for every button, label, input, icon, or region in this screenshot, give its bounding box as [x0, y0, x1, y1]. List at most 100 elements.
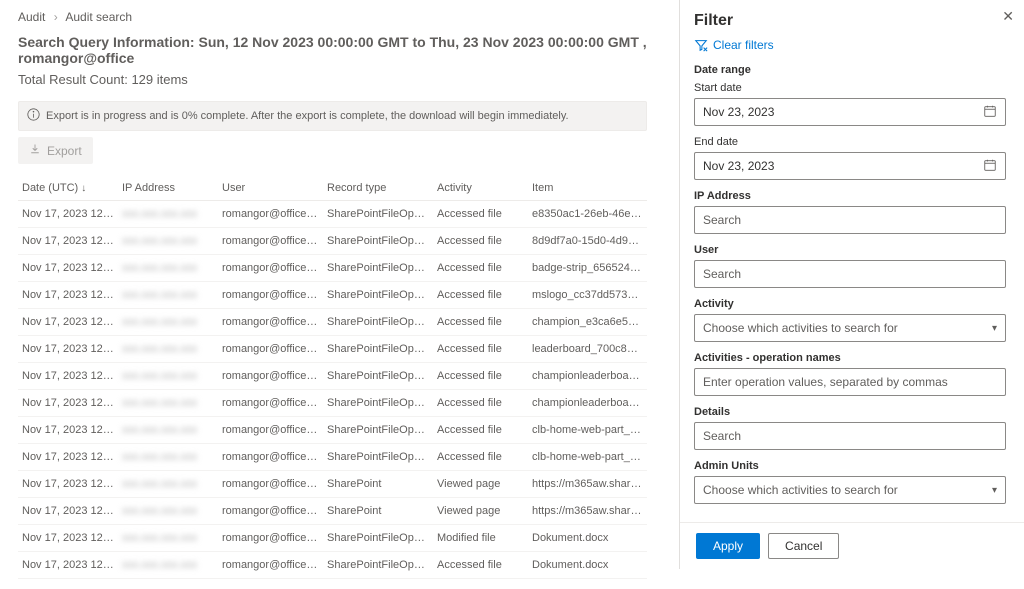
cell-item: https://m365aw.sharepoint. — [528, 498, 647, 525]
cell-ip: xxx.xxx.xxx.xxx — [118, 417, 218, 444]
cell-item: https://m365aw.sharepoint. — [528, 471, 647, 498]
cell-record: SharePointFileOperation — [323, 336, 433, 363]
cell-record: SharePointFileOperation — [323, 228, 433, 255]
cell-record: SharePointFileOperation — [323, 201, 433, 228]
cell-date: Nov 17, 2023 12:49 PM — [18, 390, 118, 417]
cell-activity: Accessed file — [433, 309, 528, 336]
admin-select[interactable]: Choose which activities to search for ▾ — [694, 476, 1006, 504]
cell-date: Nov 17, 2023 12:49 PM — [18, 444, 118, 471]
cell-user: romangor@office365atwork... — [218, 390, 323, 417]
cell-user: romangor@office365atwork... — [218, 417, 323, 444]
cell-date: Nov 17, 2023 12:49 PM — [18, 228, 118, 255]
ip-input[interactable] — [694, 206, 1006, 234]
cell-ip: xxx.xxx.xxx.xxx — [118, 471, 218, 498]
table-row[interactable]: Nov 17, 2023 12:49 PMxxx.xxx.xxx.xxxroma… — [18, 444, 647, 471]
export-label: Export — [47, 144, 82, 158]
col-record[interactable]: Record type — [323, 176, 433, 201]
breadcrumb-current: Audit search — [65, 10, 132, 24]
cell-user: romangor@office365atwork... — [218, 471, 323, 498]
table-row[interactable]: Nov 17, 2023 12:24 PMxxx.xxx.xxx.xxxroma… — [18, 525, 647, 552]
cell-date: Nov 17, 2023 12:49 PM — [18, 282, 118, 309]
cell-ip: xxx.xxx.xxx.xxx — [118, 444, 218, 471]
cell-record: SharePoint — [323, 471, 433, 498]
cell-date: Nov 17, 2023 12:49 PM — [18, 363, 118, 390]
table-row[interactable]: Nov 17, 2023 12:48 PMxxx.xxx.xxx.xxxroma… — [18, 498, 647, 525]
results-table: Date (UTC)↓ IP Address User Record type … — [18, 176, 647, 579]
cell-activity: Accessed file — [433, 363, 528, 390]
clear-filters-link[interactable]: Clear filters — [694, 38, 1006, 52]
cell-activity: Viewed page — [433, 471, 528, 498]
cell-activity: Viewed page — [433, 498, 528, 525]
table-row[interactable]: Nov 17, 2023 12:49 PMxxx.xxx.xxx.xxxroma… — [18, 336, 647, 363]
table-row[interactable]: Nov 17, 2023 12:49 PMxxx.xxx.xxx.xxxroma… — [18, 309, 647, 336]
cell-date: Nov 17, 2023 12:49 PM — [18, 417, 118, 444]
cell-ip: xxx.xxx.xxx.xxx — [118, 552, 218, 579]
cell-activity: Accessed file — [433, 201, 528, 228]
col-date[interactable]: Date (UTC)↓ — [18, 176, 118, 201]
cell-activity: Modified file — [433, 525, 528, 552]
cell-date: Nov 17, 2023 12:48 PM — [18, 471, 118, 498]
table-row[interactable]: Nov 17, 2023 12:49 PMxxx.xxx.xxx.xxxroma… — [18, 201, 647, 228]
breadcrumb-root[interactable]: Audit — [18, 10, 45, 24]
opnames-input[interactable] — [694, 368, 1006, 396]
start-date-input[interactable]: Nov 23, 2023 — [694, 98, 1006, 126]
opnames-label: Activities - operation names — [694, 352, 1006, 364]
cell-record: SharePointFileOperation — [323, 309, 433, 336]
start-date-label: Start date — [694, 82, 1006, 94]
table-row[interactable]: Nov 17, 2023 12:24 PMxxx.xxx.xxx.xxxroma… — [18, 552, 647, 579]
cell-activity: Accessed file — [433, 336, 528, 363]
end-date-input[interactable]: Nov 23, 2023 — [694, 152, 1006, 180]
cell-date: Nov 17, 2023 12:49 PM — [18, 336, 118, 363]
user-label: User — [694, 244, 1006, 256]
export-button: Export — [18, 137, 93, 164]
table-row[interactable]: Nov 17, 2023 12:49 PMxxx.xxx.xxx.xxxroma… — [18, 363, 647, 390]
cell-activity: Accessed file — [433, 390, 528, 417]
filter-clear-icon — [694, 38, 708, 52]
breadcrumb[interactable]: Audit › Audit search — [18, 10, 647, 24]
cell-user: romangor@office365atwork... — [218, 363, 323, 390]
cell-record: SharePointFileOperation — [323, 282, 433, 309]
admin-label: Admin Units — [694, 460, 1006, 472]
cell-ip: xxx.xxx.xxx.xxx — [118, 255, 218, 282]
details-input[interactable] — [694, 422, 1006, 450]
cell-date: Nov 17, 2023 12:24 PM — [18, 552, 118, 579]
cell-item: e8350ac1-26eb-46e0-8c5a-l — [528, 201, 647, 228]
cell-item: clb-home-web-part_734706 — [528, 444, 647, 471]
cell-ip: xxx.xxx.xxx.xxx — [118, 201, 218, 228]
cell-item: Dokument.docx — [528, 525, 647, 552]
table-row[interactable]: Nov 17, 2023 12:49 PMxxx.xxx.xxx.xxxroma… — [18, 228, 647, 255]
table-row[interactable]: Nov 17, 2023 12:49 PMxxx.xxx.xxx.xxxroma… — [18, 417, 647, 444]
col-item[interactable]: Item — [528, 176, 647, 201]
cell-record: SharePointFileOperation — [323, 255, 433, 282]
cell-user: romangor@office365atwork... — [218, 228, 323, 255]
cell-activity: Accessed file — [433, 552, 528, 579]
cancel-button[interactable]: Cancel — [768, 533, 839, 559]
col-ip[interactable]: IP Address — [118, 176, 218, 201]
cell-item: champion_e3ca6e514c5c6d5 — [528, 309, 647, 336]
panel-title: Filter — [694, 12, 1006, 30]
cell-record: SharePointFileOperation — [323, 444, 433, 471]
cell-date: Nov 17, 2023 12:24 PM — [18, 525, 118, 552]
cell-user: romangor@office365atwork... — [218, 201, 323, 228]
activity-select[interactable]: Choose which activities to search for ▾ — [694, 314, 1006, 342]
download-icon — [29, 143, 41, 158]
chevron-down-icon: ▾ — [992, 323, 997, 334]
cell-record: SharePointFileOperation — [323, 525, 433, 552]
close-icon[interactable]: ✕ — [1002, 8, 1014, 25]
col-user[interactable]: User — [218, 176, 323, 201]
daterange-label: Date range — [694, 64, 1006, 76]
ip-label: IP Address — [694, 190, 1006, 202]
end-date-label: End date — [694, 136, 1006, 148]
apply-button[interactable]: Apply — [696, 533, 760, 559]
cell-ip: xxx.xxx.xxx.xxx — [118, 390, 218, 417]
table-row[interactable]: Nov 17, 2023 12:49 PMxxx.xxx.xxx.xxxroma… — [18, 255, 647, 282]
table-row[interactable]: Nov 17, 2023 12:49 PMxxx.xxx.xxx.xxxroma… — [18, 282, 647, 309]
details-label: Details — [694, 406, 1006, 418]
cell-item: Dokument.docx — [528, 552, 647, 579]
cell-record: SharePointFileOperation — [323, 390, 433, 417]
table-row[interactable]: Nov 17, 2023 12:48 PMxxx.xxx.xxx.xxxroma… — [18, 471, 647, 498]
user-input[interactable] — [694, 260, 1006, 288]
table-row[interactable]: Nov 17, 2023 12:49 PMxxx.xxx.xxx.xxxroma… — [18, 390, 647, 417]
cell-user: romangor@office365atwork... — [218, 255, 323, 282]
col-activity[interactable]: Activity — [433, 176, 528, 201]
